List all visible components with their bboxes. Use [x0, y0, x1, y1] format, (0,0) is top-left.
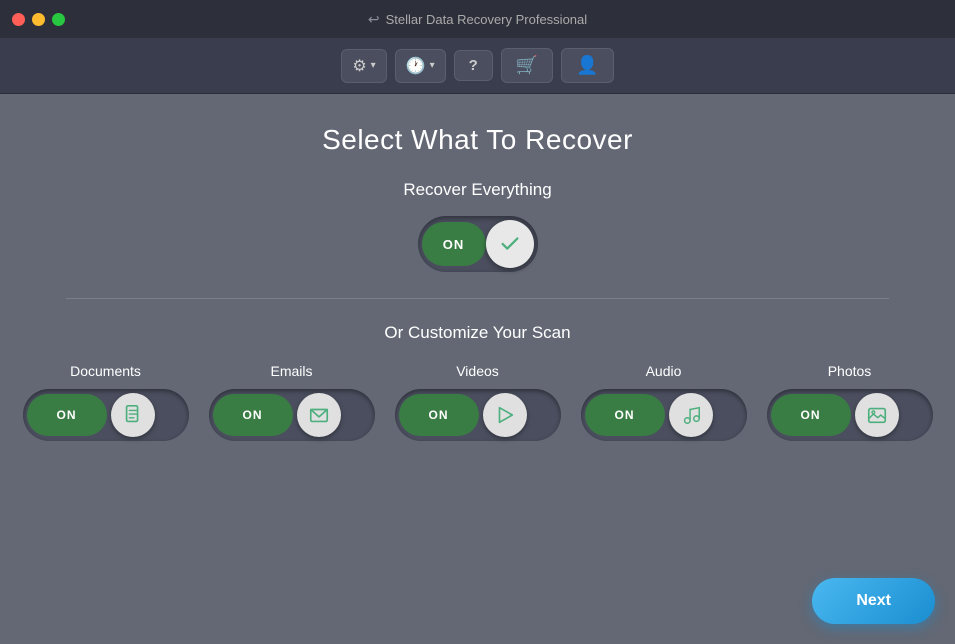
app-title-area: ↩ Stellar Data Recovery Professional [368, 11, 587, 28]
photos-thumb [855, 393, 899, 437]
documents-thumb [111, 393, 155, 437]
photos-toggle[interactable]: ON [767, 389, 933, 441]
audio-thumb [669, 393, 713, 437]
audio-on-label: ON [585, 394, 665, 436]
history-icon: 🕐 [406, 56, 426, 76]
page-title: Select What To Recover [322, 124, 633, 156]
categories-container: Documents ON Emails [66, 363, 890, 441]
audio-toggle[interactable]: ON [581, 389, 747, 441]
category-photos-label: Photos [828, 363, 872, 379]
category-emails-label: Emails [270, 363, 312, 379]
category-audio-label: Audio [646, 363, 682, 379]
minimize-button[interactable] [32, 13, 45, 26]
category-documents-label: Documents [70, 363, 141, 379]
email-icon [308, 404, 330, 426]
category-emails: Emails ON [209, 363, 375, 441]
next-button-container: Next [812, 578, 935, 624]
customize-label: Or Customize Your Scan [384, 323, 570, 343]
recover-section: Recover Everything ON [403, 180, 551, 272]
photos-on-label: ON [771, 394, 851, 436]
cart-icon: 🛒 [516, 55, 538, 76]
user-icon: 👤 [576, 55, 598, 76]
app-title: Stellar Data Recovery Professional [386, 12, 588, 27]
recover-label: Recover Everything [403, 180, 551, 200]
category-videos: Videos ON [395, 363, 561, 441]
category-videos-label: Videos [456, 363, 499, 379]
window-controls [12, 13, 65, 26]
videos-thumb [483, 393, 527, 437]
title-bar: ↩ Stellar Data Recovery Professional [0, 0, 955, 38]
next-button[interactable]: Next [812, 578, 935, 624]
toolbar: ⚙ ▾ 🕐 ▾ ? 🛒 👤 [0, 38, 955, 94]
toggle-on-label: ON [422, 222, 486, 266]
user-button[interactable]: 👤 [561, 48, 613, 83]
customize-section: Or Customize Your Scan Documents ON [66, 323, 890, 441]
emails-on-label: ON [213, 394, 293, 436]
category-photos: Photos ON [767, 363, 933, 441]
main-content: Select What To Recover Recover Everythin… [0, 94, 955, 644]
back-icon: ↩ [368, 11, 380, 28]
videos-on-label: ON [399, 394, 479, 436]
help-button[interactable]: ? [454, 50, 493, 81]
videos-toggle[interactable]: ON [395, 389, 561, 441]
category-audio: Audio ON [581, 363, 747, 441]
document-icon [122, 404, 144, 426]
checkmark-icon [499, 233, 521, 255]
close-button[interactable] [12, 13, 25, 26]
documents-on-label: ON [27, 394, 107, 436]
category-documents: Documents ON [23, 363, 189, 441]
documents-toggle[interactable]: ON [23, 389, 189, 441]
divider [66, 298, 890, 299]
settings-dropdown-icon: ▾ [371, 60, 376, 71]
cart-button[interactable]: 🛒 [501, 48, 553, 83]
history-dropdown-icon: ▾ [430, 60, 435, 71]
audio-icon [680, 404, 702, 426]
toggle-thumb [486, 220, 534, 268]
video-icon [494, 404, 516, 426]
settings-button[interactable]: ⚙ ▾ [341, 49, 386, 83]
history-button[interactable]: 🕐 ▾ [395, 49, 446, 83]
recover-toggle[interactable]: ON [418, 216, 538, 272]
maximize-button[interactable] [52, 13, 65, 26]
emails-thumb [297, 393, 341, 437]
help-icon: ? [469, 57, 478, 74]
photo-icon [866, 404, 888, 426]
settings-icon: ⚙ [352, 56, 366, 76]
emails-toggle[interactable]: ON [209, 389, 375, 441]
